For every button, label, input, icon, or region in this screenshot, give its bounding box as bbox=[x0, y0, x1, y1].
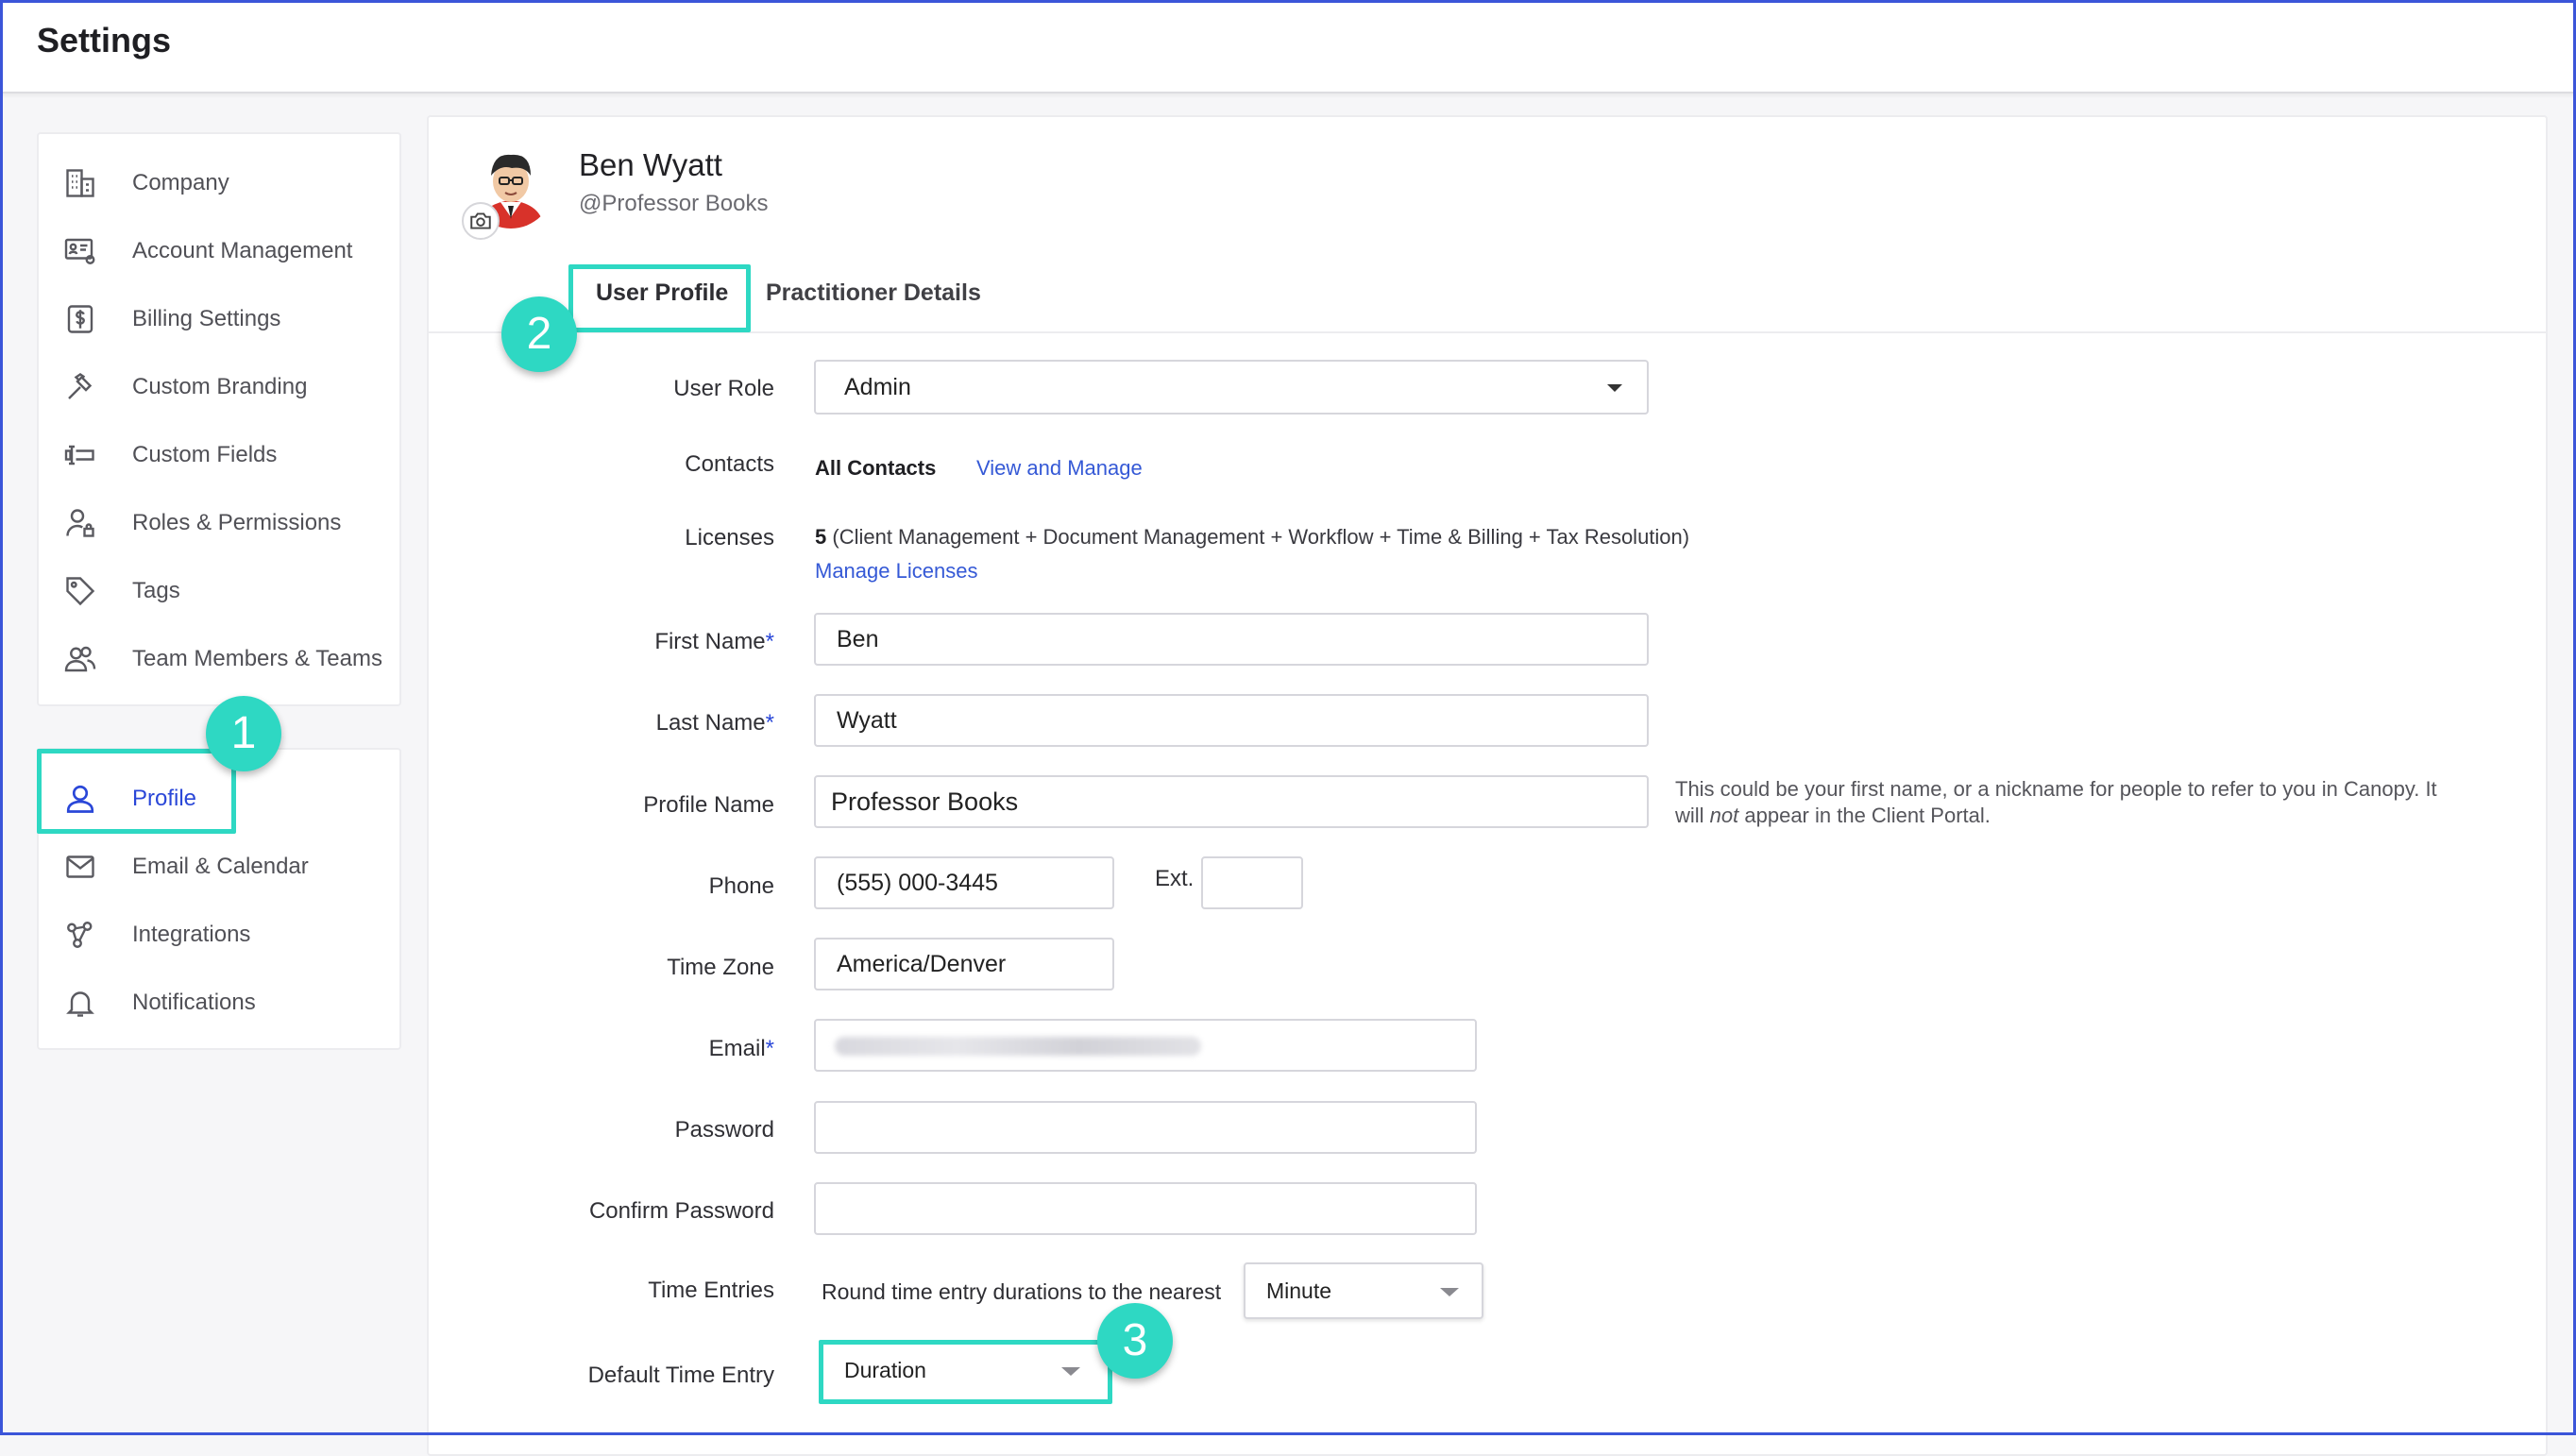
user-profile-tab-highlight bbox=[568, 264, 751, 332]
licenses-count: 5 bbox=[815, 525, 827, 549]
sidebar-item-label: Integrations bbox=[132, 922, 251, 947]
email-label-text: Email bbox=[708, 1036, 766, 1061]
user-lock-icon bbox=[63, 506, 97, 540]
sidebar-item-label: Tags bbox=[132, 578, 180, 603]
required-marker: * bbox=[765, 710, 774, 736]
time-zone-label: Time Zone bbox=[667, 955, 774, 980]
phone-label: Phone bbox=[708, 873, 774, 899]
view-and-manage-link[interactable]: View and Manage bbox=[976, 456, 1143, 481]
hint-text: will bbox=[1675, 804, 1710, 827]
profile-name-hint-line1: This could be your first name, or a nick… bbox=[1675, 777, 2437, 801]
rounding-value: Minute bbox=[1266, 1278, 1332, 1303]
manage-licenses-link[interactable]: Manage Licenses bbox=[815, 559, 977, 584]
tag-icon bbox=[63, 574, 97, 608]
sidebar-item-company[interactable]: Company bbox=[39, 153, 399, 213]
first-name-label-text: First Name bbox=[654, 629, 766, 654]
sidebar-item-label: Team Members & Teams bbox=[132, 646, 382, 671]
callout-badge-1: 1 bbox=[206, 696, 281, 771]
sidebar-item-team-members[interactable]: Team Members & Teams bbox=[39, 629, 399, 689]
sidebar-item-custom-branding[interactable]: Custom Branding bbox=[39, 357, 399, 417]
licenses-detail: (Client Management + Document Management… bbox=[832, 525, 1690, 549]
sidebar-item-email-calendar[interactable]: Email & Calendar bbox=[39, 837, 399, 897]
required-marker: * bbox=[765, 1036, 774, 1061]
sidebar-item-label: Notifications bbox=[132, 990, 256, 1015]
sidebar-item-billing-settings[interactable]: Billing Settings bbox=[39, 289, 399, 349]
sidebar-item-notifications[interactable]: Notifications bbox=[39, 973, 399, 1033]
last-name-label-text: Last Name bbox=[655, 710, 766, 736]
licenses-label: Licenses bbox=[685, 525, 774, 550]
users-icon bbox=[63, 642, 97, 676]
profile-handle: @Professor Books bbox=[579, 191, 769, 216]
profile-highlight-box bbox=[37, 749, 236, 834]
rounding-select[interactable]: Minute bbox=[1244, 1262, 1483, 1319]
sidebar-settings-nav: Company Account Management Billing Setti… bbox=[37, 132, 401, 706]
last-name-label: Last Name* bbox=[368, 710, 774, 736]
sidebar-item-label: Account Management bbox=[132, 238, 353, 263]
user-role-value: Admin bbox=[844, 374, 911, 400]
sidebar-item-label: Custom Fields bbox=[132, 442, 278, 467]
profile-name-input[interactable]: Professor Books bbox=[814, 775, 1649, 828]
sidebar-item-roles-permissions[interactable]: Roles & Permissions bbox=[39, 493, 399, 553]
change-photo-button[interactable] bbox=[462, 202, 500, 240]
ext-label: Ext. bbox=[1155, 866, 1195, 891]
email-input[interactable] bbox=[814, 1019, 1477, 1072]
sidebar-item-label: Company bbox=[132, 170, 229, 195]
page-title: Settings bbox=[37, 21, 172, 59]
id-card-gear-icon bbox=[63, 234, 97, 268]
round-time-text: Round time entry durations to the neares… bbox=[822, 1279, 1222, 1304]
default-time-entry-label: Default Time Entry bbox=[587, 1363, 774, 1388]
sidebar-item-tags[interactable]: Tags bbox=[39, 561, 399, 621]
sidebar-item-label: Custom Branding bbox=[132, 374, 308, 399]
required-marker: * bbox=[765, 629, 774, 654]
callout-badge-2: 2 bbox=[501, 296, 577, 372]
ext-input[interactable] bbox=[1201, 856, 1303, 909]
dollar-icon bbox=[63, 302, 97, 336]
redacted-email bbox=[835, 1037, 1201, 1056]
profile-name-label: Profile Name bbox=[643, 792, 774, 818]
sidebar-item-label: Roles & Permissions bbox=[132, 510, 342, 535]
contacts-label: Contacts bbox=[685, 451, 774, 477]
chevron-down-icon bbox=[1607, 384, 1622, 392]
phone-input[interactable]: (555) 000-3445 bbox=[814, 856, 1114, 909]
chevron-down-icon bbox=[1440, 1288, 1459, 1296]
time-zone-input[interactable]: America/Denver bbox=[814, 938, 1114, 990]
sidebar-item-integrations[interactable]: Integrations bbox=[39, 905, 399, 965]
confirm-password-input[interactable] bbox=[814, 1182, 1477, 1235]
profile-name-hint-line2: will not appear in the Client Portal. bbox=[1675, 804, 1991, 828]
tab-practitioner-details[interactable]: Practitioner Details bbox=[766, 279, 981, 307]
text-field-icon bbox=[63, 438, 97, 472]
time-entries-label: Time Entries bbox=[648, 1278, 774, 1303]
default-time-entry-highlight bbox=[819, 1340, 1112, 1404]
bell-icon bbox=[63, 986, 97, 1020]
hint-emphasis: not bbox=[1709, 804, 1739, 827]
password-label: Password bbox=[674, 1117, 774, 1143]
integrations-icon bbox=[63, 918, 97, 952]
sidebar-item-label: Email & Calendar bbox=[132, 854, 309, 879]
profile-name-heading: Ben Wyatt bbox=[579, 147, 722, 182]
password-input[interactable] bbox=[814, 1101, 1477, 1154]
first-name-label: First Name* bbox=[368, 629, 774, 655]
callout-badge-3: 3 bbox=[1097, 1303, 1173, 1379]
hammer-icon bbox=[63, 370, 97, 404]
top-bar: Settings bbox=[0, 0, 2576, 93]
contacts-value: All Contacts bbox=[815, 456, 937, 480]
last-name-input[interactable]: Wyatt bbox=[814, 694, 1649, 747]
sidebar-item-custom-fields[interactable]: Custom Fields bbox=[39, 425, 399, 485]
first-name-input[interactable]: Ben bbox=[814, 613, 1649, 666]
sidebar-item-label: Billing Settings bbox=[132, 306, 281, 331]
licenses-summary: 5 (Client Management + Document Manageme… bbox=[815, 525, 1689, 550]
hint-text: appear in the Client Portal. bbox=[1738, 804, 1991, 827]
user-role-select[interactable]: Admin bbox=[814, 360, 1649, 415]
sidebar-item-account-management[interactable]: Account Management bbox=[39, 221, 399, 281]
envelope-icon bbox=[63, 850, 97, 884]
user-role-label: User Role bbox=[673, 376, 774, 401]
confirm-password-label: Confirm Password bbox=[588, 1198, 774, 1224]
email-label: Email* bbox=[368, 1036, 774, 1062]
building-icon bbox=[63, 166, 97, 200]
